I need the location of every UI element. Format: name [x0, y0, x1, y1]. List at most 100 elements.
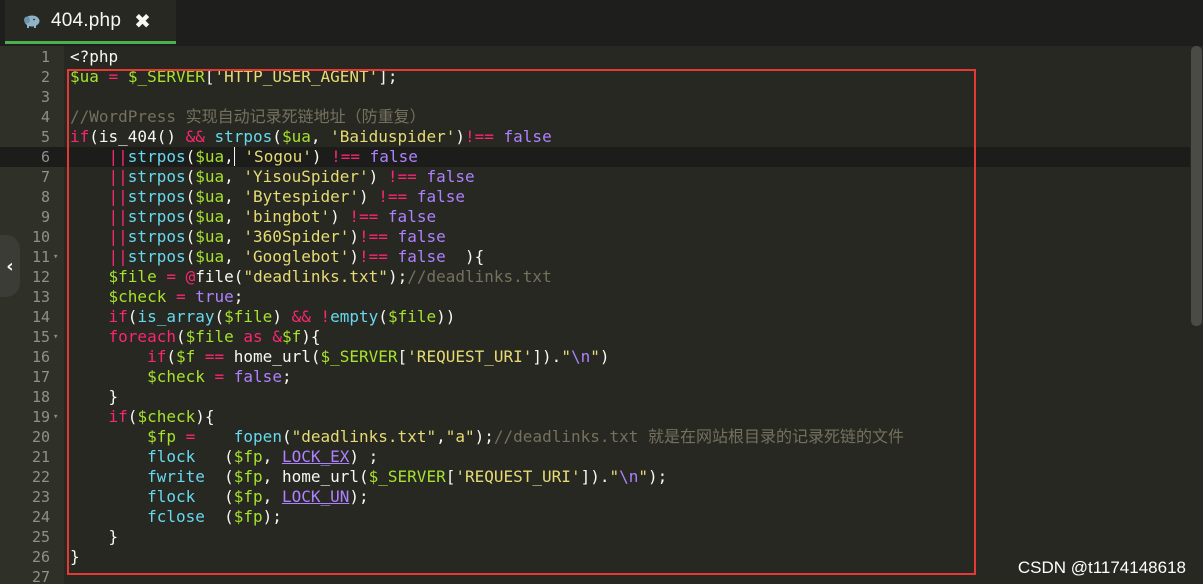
- fold-arrow-icon[interactable]: ▾: [53, 247, 58, 267]
- code-text: fclose ($fp);: [70, 507, 282, 527]
- scroll-thumb[interactable]: [1191, 46, 1202, 326]
- tab-bar: 404.php ✖: [0, 0, 1203, 46]
- code-token: $fp: [233, 507, 263, 526]
- code-line[interactable]: 12 $file = @file("deadlinks.txt");//dead…: [0, 267, 1190, 287]
- code-token: '360Spider': [243, 227, 350, 246]
- code-token: (: [185, 227, 196, 246]
- code-line[interactable]: 3: [0, 87, 1190, 107]
- code-line[interactable]: 8 ||strpos($ua, 'Bytespider') !== false: [0, 187, 1190, 207]
- code-token: strpos: [214, 127, 273, 146]
- code-token: !==: [331, 147, 361, 166]
- code-line[interactable]: 26}: [0, 547, 1190, 567]
- close-icon[interactable]: ✖: [134, 11, 151, 31]
- code-token: (: [185, 247, 196, 266]
- code-token: strpos: [127, 187, 186, 206]
- code-token: empty: [330, 307, 379, 326]
- code-token: $ua: [70, 67, 99, 86]
- code-token: ): [330, 207, 350, 226]
- code-token: ];: [378, 67, 398, 86]
- code-line[interactable]: 11 ▾ ||strpos($ua, 'Googlebot')!== false …: [0, 247, 1190, 267]
- code-token: (: [185, 207, 196, 226]
- code-token: (: [281, 427, 292, 446]
- code-token: =: [185, 427, 196, 446]
- code-token: ": [638, 467, 649, 486]
- code-line[interactable]: 19 ▾ if($check){: [0, 407, 1190, 427]
- code-line[interactable]: 9 ||strpos($ua, 'bingbot') !== false: [0, 207, 1190, 227]
- tab-404-php[interactable]: 404.php ✖: [5, 0, 176, 44]
- code-line[interactable]: 17 $check = false;: [0, 367, 1190, 387]
- code-token: ) ;: [349, 447, 379, 466]
- line-number: 2: [40, 68, 50, 86]
- code-token: is_array: [137, 307, 215, 326]
- code-line[interactable]: 2 $ua = $_SERVER['HTTP_USER_AGENT'];: [0, 67, 1190, 87]
- code-line[interactable]: 15 ▾ foreach($file as &$f){: [0, 327, 1190, 347]
- code-line[interactable]: 5 if(is_404() && strpos($ua, 'Baiduspider…: [0, 127, 1190, 147]
- code-token: $f: [281, 327, 302, 346]
- code-line[interactable]: 23 flock ($fp, LOCK_UN);: [0, 487, 1190, 507]
- code-text: }: [70, 547, 80, 567]
- code-token: (: [127, 307, 138, 326]
- watermark: CSDN @t1174148618: [1017, 558, 1186, 577]
- code-token: ,: [224, 187, 244, 206]
- code-line[interactable]: 25 }: [0, 527, 1190, 547]
- code-text: ||strpos($ua, 'Bytespider') !== false: [70, 187, 465, 207]
- code-token: ,: [224, 247, 244, 266]
- code-line[interactable]: 13 $check = true;: [0, 287, 1190, 307]
- code-token: ,: [436, 427, 446, 446]
- code-token: strpos: [127, 167, 186, 186]
- code-token: }: [70, 387, 119, 406]
- code-text: ||strpos($ua, 'Googlebot')!== false ){: [70, 247, 485, 267]
- code-line[interactable]: 21 flock ($fp, LOCK_EX) ;: [0, 447, 1190, 467]
- code-line[interactable]: 4 //WordPress 实现自动记录死链地址（防重复）: [0, 107, 1190, 127]
- code-line[interactable]: 18 }: [0, 387, 1190, 407]
- code-line[interactable]: 16 if($f == home_url($_SERVER['REQUEST_U…: [0, 347, 1190, 367]
- code-token: file(: [195, 267, 244, 286]
- text-cursor: [233, 147, 245, 166]
- code-token: );: [349, 487, 369, 506]
- code-line[interactable]: 7 ||strpos($ua, 'YisouSpider') !== false: [0, 167, 1190, 187]
- line-number: 9: [40, 208, 50, 226]
- line-number: 25: [31, 528, 50, 546]
- code-token: $fp: [233, 447, 263, 466]
- code-line[interactable]: 14 if(is_array($file) && !empty($file)): [0, 307, 1190, 327]
- code-text: flock ($fp, LOCK_UN);: [70, 487, 369, 507]
- code-token: (: [195, 447, 234, 466]
- line-number: 6: [40, 148, 50, 166]
- code-text: $check = true;: [70, 287, 244, 307]
- code-token: $ua: [195, 247, 225, 266]
- code-token: fwrite: [147, 467, 205, 486]
- code-token: //WordPress 实现自动记录死链地址（防重复）: [70, 107, 426, 126]
- code-token: (: [185, 147, 196, 166]
- code-line[interactable]: 10 ||strpos($ua, '360Spider')!== false: [0, 227, 1190, 247]
- line-number: 4: [40, 108, 50, 126]
- code-token: }: [70, 547, 80, 566]
- line-number: 8: [40, 188, 50, 206]
- code-line[interactable]: 22 fwrite ($fp, home_url($_SERVER['REQUE…: [0, 467, 1190, 487]
- code-token: $fp: [233, 487, 263, 506]
- code-token: strpos: [127, 207, 186, 226]
- code-token: ): [349, 247, 360, 266]
- code-line[interactable]: 20 $fp = fopen("deadlinks.txt","a");//de…: [0, 427, 1190, 447]
- line-number: 1: [40, 48, 50, 66]
- code-token: (: [127, 407, 138, 426]
- code-line[interactable]: 6 ||strpos($ua, 'Sogou') !== false: [0, 147, 1190, 167]
- code-editor[interactable]: 1 <?php 2 $ua = $_SERVER['HTTP_USER_AGENT']…: [0, 46, 1203, 584]
- collapse-panel-handle[interactable]: ‹: [0, 235, 20, 297]
- fold-arrow-icon[interactable]: ▾: [53, 327, 58, 347]
- code-line[interactable]: 1 <?php: [0, 47, 1190, 67]
- code-line[interactable]: 27: [0, 567, 1190, 584]
- code-token: }: [70, 527, 119, 546]
- fold-arrow-icon[interactable]: ▾: [53, 407, 58, 427]
- code-line[interactable]: 24 fclose ($fp);: [0, 507, 1190, 527]
- vertical-scrollbar[interactable]: [1189, 46, 1203, 584]
